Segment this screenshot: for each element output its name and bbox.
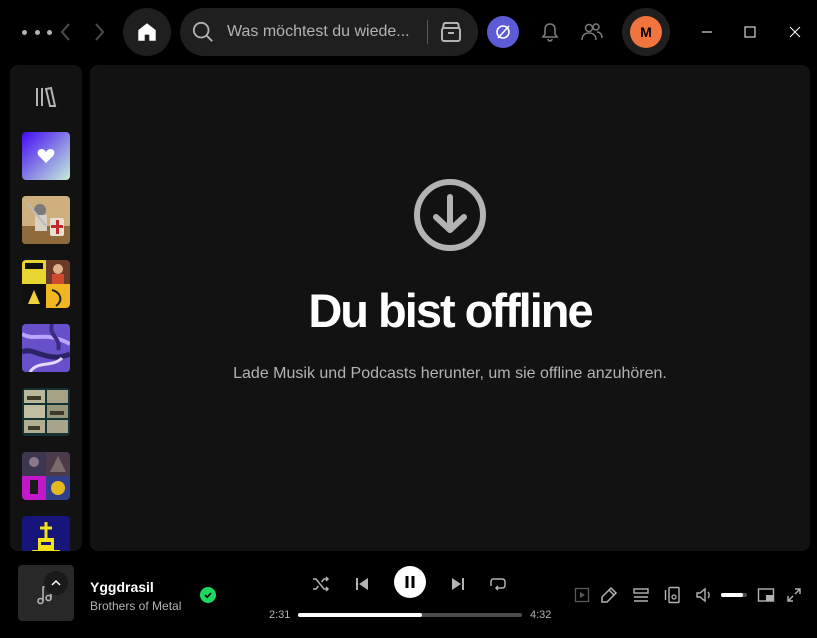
avatar: M xyxy=(630,16,662,48)
total-time: 4:32 xyxy=(530,609,552,621)
album-art-rem xyxy=(22,260,70,308)
mute-button[interactable] xyxy=(694,585,714,605)
friend-activity-icon[interactable] xyxy=(580,21,604,43)
sidebar-item-playlist-metal-collage[interactable] xyxy=(22,452,70,500)
queue-button[interactable] xyxy=(631,585,651,605)
miniplayer-button[interactable] xyxy=(756,585,776,605)
library-icon[interactable] xyxy=(34,85,58,109)
forward-arrow-icon[interactable] xyxy=(89,20,109,44)
search-icon xyxy=(192,21,213,42)
browse-icon[interactable] xyxy=(439,21,463,43)
repeat-button[interactable] xyxy=(486,572,510,596)
repeat-icon xyxy=(490,578,506,591)
offline-status-button[interactable] xyxy=(487,16,519,48)
download-circle-icon xyxy=(414,179,486,251)
lyrics-button[interactable] xyxy=(599,585,619,605)
sidebar-item-playlist-rem[interactable] xyxy=(22,260,70,308)
page-subtitle: Lade Musik und Podcasts herunter, um sie… xyxy=(233,365,667,382)
check-icon xyxy=(204,592,212,599)
maximize-icon[interactable] xyxy=(727,16,773,48)
pause-icon xyxy=(405,576,415,588)
sidebar-item-playlist-yellow-ship[interactable] xyxy=(22,516,70,551)
volume-icon xyxy=(696,587,710,603)
now-playing-view-button[interactable] xyxy=(572,585,592,605)
track-artist[interactable]: Brothers of Metal xyxy=(90,599,181,613)
wifi-off-icon xyxy=(496,25,510,39)
skip-back-icon xyxy=(356,578,368,590)
app-menu-icon[interactable] xyxy=(22,22,52,42)
album-art-purple xyxy=(22,324,70,372)
progress-fill xyxy=(298,613,423,617)
now-playing-bar: Yggdrasil Brothers of Metal 2:31 4:32 xyxy=(0,558,817,638)
expand-cover-button[interactable] xyxy=(44,571,68,595)
fullscreen-button[interactable] xyxy=(784,585,804,605)
chevron-up-icon xyxy=(51,579,61,586)
connect-device-button[interactable] xyxy=(663,585,683,605)
queue-icon xyxy=(633,588,649,602)
home-icon xyxy=(138,23,156,41)
skip-forward-icon xyxy=(452,578,464,590)
track-title[interactable]: Yggdrasil xyxy=(90,579,154,595)
album-art-yellow-ship xyxy=(22,516,70,551)
search-divider xyxy=(427,20,428,44)
main-content: Du bist offline Lade Musik und Podcasts … xyxy=(90,65,810,551)
album-art-metal-collage xyxy=(22,452,70,500)
top-bar: M xyxy=(0,0,817,64)
volume-slider[interactable] xyxy=(721,593,747,597)
elapsed-time: 2:31 xyxy=(269,609,291,621)
sidebar-item-playlist-collage[interactable] xyxy=(22,388,70,436)
back-arrow-icon[interactable] xyxy=(56,20,76,44)
pause-button[interactable] xyxy=(394,566,426,598)
album-art-crusader xyxy=(22,196,70,244)
now-playing-view-icon xyxy=(574,587,590,603)
sidebar-item-playlist-purple[interactable] xyxy=(22,324,70,372)
close-icon[interactable] xyxy=(772,16,817,48)
shuffle-icon xyxy=(313,576,330,592)
fullscreen-icon xyxy=(787,588,801,602)
home-button[interactable] xyxy=(123,8,171,56)
microphone-icon xyxy=(601,586,618,603)
search-input[interactable] xyxy=(227,21,417,43)
previous-button[interactable] xyxy=(350,572,374,596)
miniplayer-icon xyxy=(757,588,775,602)
music-note-icon xyxy=(37,583,52,605)
page-title: Du bist offline xyxy=(308,284,593,337)
now-playing-cover[interactable] xyxy=(18,565,74,621)
volume-fill xyxy=(721,593,744,597)
minimize-icon[interactable] xyxy=(684,16,730,48)
sidebar-item-liked-songs[interactable] xyxy=(22,132,70,180)
sidebar-item-playlist-crusader[interactable] xyxy=(22,196,70,244)
devices-icon xyxy=(664,586,680,604)
next-button[interactable] xyxy=(446,572,470,596)
search-bar[interactable] xyxy=(180,8,478,56)
library-sidebar xyxy=(10,65,82,551)
shuffle-button[interactable] xyxy=(309,572,333,596)
album-art-collage xyxy=(22,388,70,436)
heart-icon xyxy=(37,149,55,163)
saved-check-button[interactable] xyxy=(200,587,216,603)
notifications-bell-icon[interactable] xyxy=(540,21,560,43)
progress-bar[interactable] xyxy=(298,613,522,617)
user-menu-button[interactable]: M xyxy=(622,8,670,56)
